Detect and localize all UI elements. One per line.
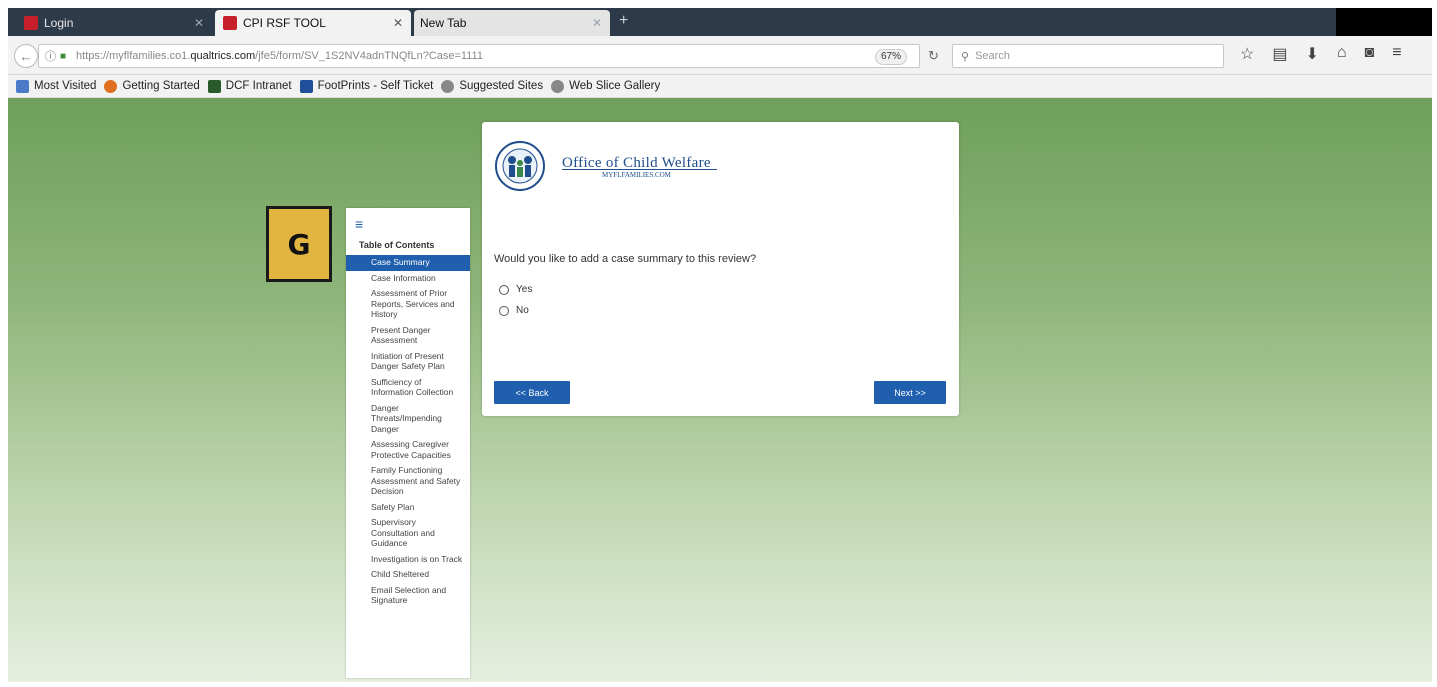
option-label: No <box>516 305 529 316</box>
bookmark-web-slice-gallery[interactable]: Web Slice Gallery <box>551 79 661 93</box>
toc-item-email-selection[interactable]: Email Selection and Signature <box>346 583 470 609</box>
toc-item-investigation-on-track[interactable]: Investigation is on Track <box>346 552 470 568</box>
dcf-seal-icon <box>495 141 545 191</box>
bookmark-dcf-intranet[interactable]: DCF Intranet <box>207 79 292 93</box>
bookmark-getting-started[interactable]: Getting Started <box>104 79 200 93</box>
toc-item-case-information[interactable]: Case Information <box>346 271 470 287</box>
footprints-icon <box>299 79 313 93</box>
tab-label: New Tab <box>420 16 467 30</box>
tab-new-tab[interactable]: New Tab ✕ <box>414 10 610 36</box>
browser-tab-bar: Login ✕ CPI RSF TOOL ✕ New Tab ✕ + <box>8 8 1432 36</box>
new-tab-icon[interactable]: + <box>619 12 628 30</box>
app-favicon-icon <box>223 16 237 30</box>
search-placeholder: Search <box>975 50 1010 62</box>
firefox-icon <box>104 79 118 93</box>
bookmark-label: DCF Intranet <box>225 80 292 92</box>
reload-icon[interactable]: ↻ <box>928 48 939 64</box>
bookmark-label: Web Slice Gallery <box>569 80 661 92</box>
bookmark-label: FootPrints - Self Ticket <box>317 80 434 92</box>
step-badge: G <box>266 206 332 282</box>
bookmark-folder-icon <box>16 79 29 93</box>
toc-title: Table of Contents <box>359 240 435 250</box>
toc-item-sufficiency-information[interactable]: Sufficiency of Information Collection <box>346 375 470 401</box>
radio-button[interactable] <box>499 284 509 295</box>
home-icon[interactable]: ⌂ <box>1337 44 1347 64</box>
tab-login[interactable]: Login ✕ <box>16 10 212 36</box>
bookmark-most-visited[interactable]: Most Visited <box>16 79 97 93</box>
bookmark-label: Most Visited <box>34 80 97 92</box>
pocket-icon[interactable]: ◙ <box>1365 44 1375 64</box>
toc-item-assessment-prior-reports[interactable]: Assessment of Prior Reports, Services an… <box>346 286 470 323</box>
tab-cpi-rsf-tool[interactable]: CPI RSF TOOL ✕ <box>215 10 411 36</box>
bookmark-label: Suggested Sites <box>459 80 544 92</box>
logo-divider <box>562 169 717 170</box>
star-icon[interactable]: ☆ <box>1240 44 1254 64</box>
question-text: Would you like to add a case summary to … <box>494 253 757 265</box>
globe-icon <box>441 79 455 93</box>
page-background: G ≡ Table of Contents Case Summary Case … <box>8 98 1432 682</box>
reading-list-icon[interactable]: ▤ <box>1272 44 1287 64</box>
menu-icon[interactable]: ≡ <box>1392 44 1401 64</box>
search-input[interactable]: ⚲ Search <box>952 44 1224 68</box>
toc-item-initiation-safety-plan[interactable]: Initiation of Present Danger Safety Plan <box>346 349 470 375</box>
globe-icon <box>551 79 565 93</box>
toolbar-icons: ☆ ▤ ⬇ ⌂ ◙ ≡ <box>1240 44 1402 64</box>
browser-nav-bar: ← ⓘ ■ https://myflfamilies.co1.qualtrics… <box>8 36 1432 75</box>
back-arrow-icon[interactable]: ← <box>14 44 38 68</box>
lock-icon: ■ <box>60 50 67 62</box>
url-text: https://myflfamilies.co1.qualtrics.com/j… <box>76 50 483 62</box>
toc-item-supervisory-consultation[interactable]: Supervisory Consultation and Guidance <box>346 515 470 552</box>
tab-label: Login <box>44 16 74 30</box>
logo-subtitle: MYFLFAMILIES.COM <box>602 171 671 179</box>
toc-list: Case Summary Case Information Assessment… <box>346 255 470 609</box>
download-icon[interactable]: ⬇ <box>1305 44 1318 64</box>
bookmark-label: Getting Started <box>122 80 200 92</box>
close-icon[interactable]: ✕ <box>194 16 204 30</box>
table-of-contents: ≡ Table of Contents Case Summary Case In… <box>346 208 470 678</box>
option-no[interactable]: No <box>499 305 529 316</box>
dcf-icon <box>207 79 221 93</box>
zoom-level[interactable]: 67% <box>875 49 908 65</box>
toc-item-case-summary[interactable]: Case Summary <box>346 255 470 271</box>
toc-item-child-sheltered[interactable]: Child Sheltered <box>346 567 470 583</box>
next-button[interactable]: Next >> <box>874 381 946 404</box>
survey-card: Office of Child Welfare MYFLFAMILIES.COM… <box>482 122 959 416</box>
toc-item-safety-plan[interactable]: Safety Plan <box>346 500 470 516</box>
toc-item-danger-threats[interactable]: Danger Threats/Impending Danger <box>346 401 470 438</box>
close-icon[interactable]: ✕ <box>592 16 602 30</box>
address-bar[interactable]: ⓘ ■ https://myflfamilies.co1.qualtrics.c… <box>38 44 939 68</box>
radio-button[interactable] <box>499 305 509 316</box>
app-favicon-icon <box>24 16 38 30</box>
toc-item-present-danger-assessment[interactable]: Present Danger Assessment <box>346 323 470 349</box>
search-icon: ⚲ <box>961 50 970 63</box>
hamburger-menu-icon[interactable]: ≡ <box>355 216 363 232</box>
option-label: Yes <box>516 284 533 295</box>
info-icon[interactable]: ⓘ <box>45 48 56 64</box>
tab-label: CPI RSF TOOL <box>243 16 326 30</box>
toc-item-caregiver-capacities[interactable]: Assessing Caregiver Protective Capacitie… <box>346 437 470 463</box>
bookmark-footprints[interactable]: FootPrints - Self Ticket <box>299 79 434 93</box>
option-yes[interactable]: Yes <box>499 284 532 295</box>
redacted-area <box>1336 8 1432 36</box>
back-button[interactable]: << Back <box>494 381 570 404</box>
toc-item-family-functioning[interactable]: Family Functioning Assessment and Safety… <box>346 463 470 500</box>
bookmarks-bar: Most Visited Getting Started DCF Intrane… <box>8 75 1432 98</box>
close-icon[interactable]: ✕ <box>393 16 403 30</box>
bookmark-suggested-sites[interactable]: Suggested Sites <box>441 79 544 93</box>
